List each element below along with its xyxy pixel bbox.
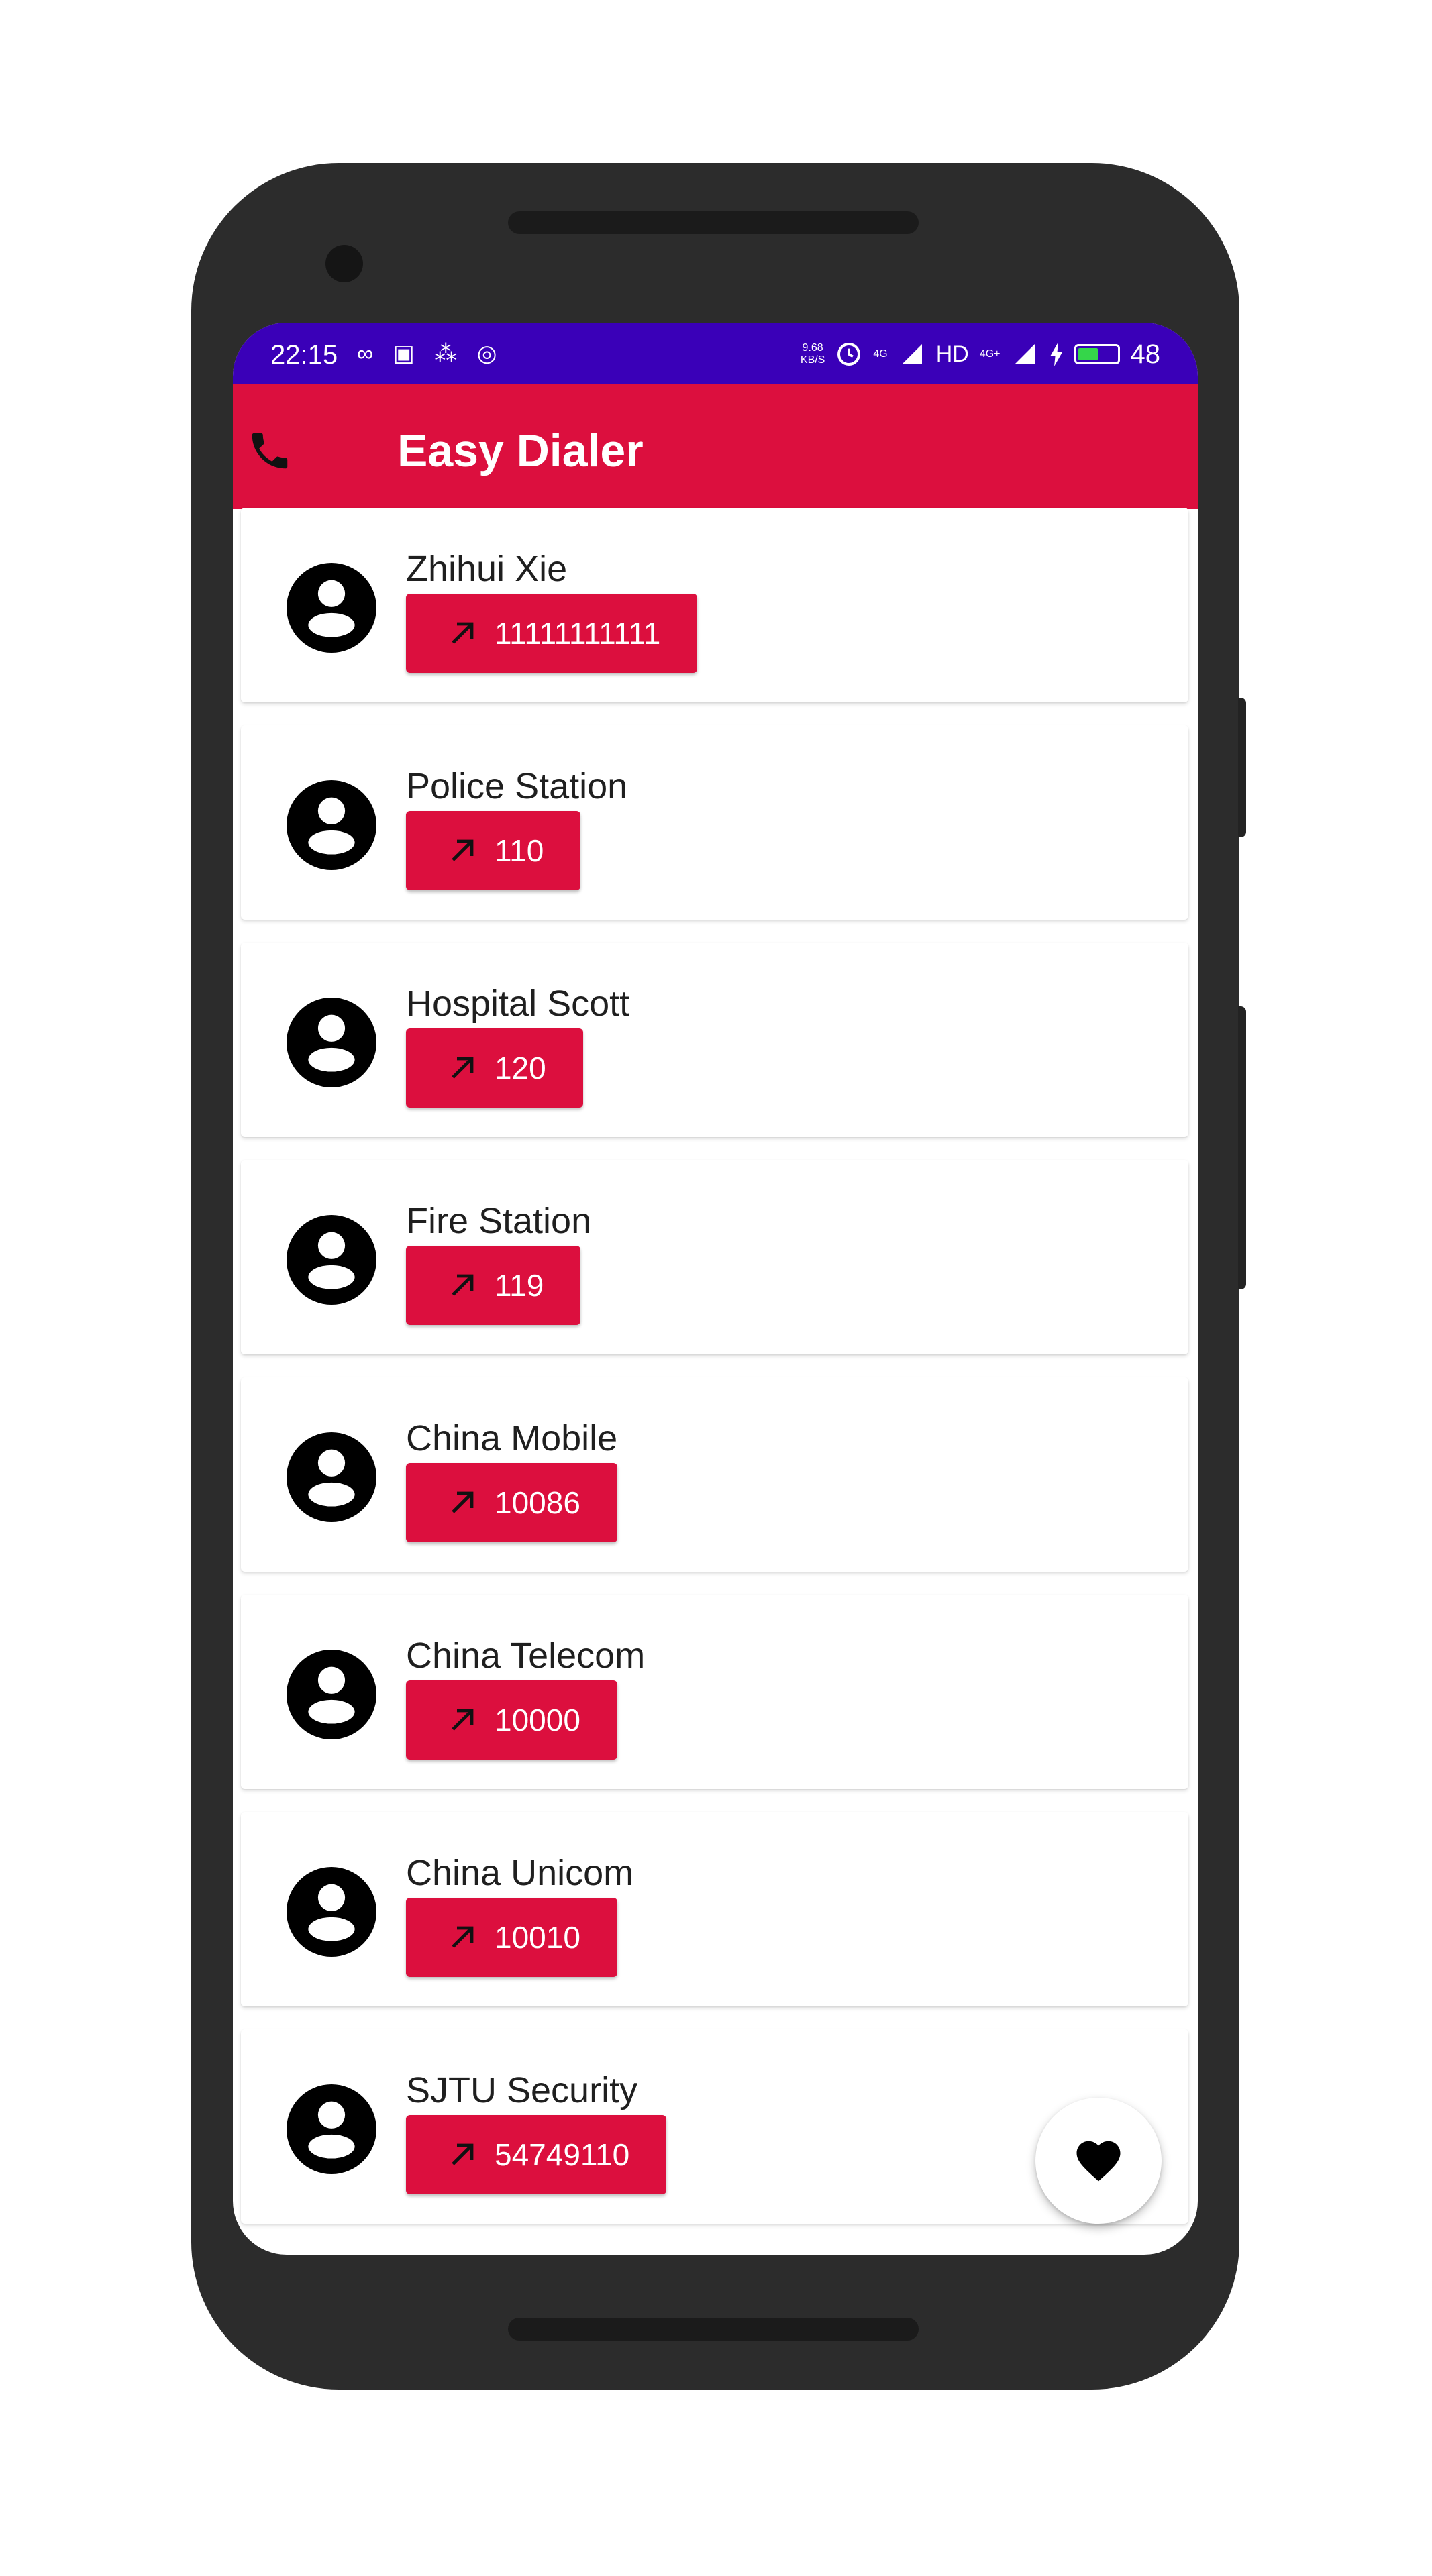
account-circle-icon — [287, 1867, 376, 1957]
contact-name: Police Station — [406, 766, 628, 806]
call-button[interactable]: 11111111111 — [406, 594, 698, 673]
status-time: 22:15 — [270, 340, 338, 370]
account-circle-icon — [287, 563, 376, 653]
hd-label: HD — [935, 341, 969, 367]
contact-card: China Unicom 10010 — [241, 1812, 1188, 2006]
volume-keys — [1238, 1006, 1246, 1289]
call-made-arrow-icon — [452, 1274, 474, 1296]
call-number: 120 — [495, 1051, 546, 1085]
call-made-arrow-icon — [452, 1709, 474, 1731]
phone-icon[interactable] — [246, 427, 293, 474]
call-button[interactable]: 120 — [406, 1028, 583, 1108]
call-button[interactable]: 110 — [406, 811, 581, 890]
contact-card: Police Station 110 — [241, 725, 1188, 920]
net-speed-value: 9.68 — [802, 342, 823, 354]
phone-frame: 22:15 ∞ ▣ ⁂ ◎ 9.68 KB/S 4G HD 4G+ 48 Eas… — [191, 163, 1239, 2390]
call-made-arrow-icon — [452, 1926, 474, 1948]
call-made-arrow-icon — [452, 622, 474, 644]
notification-icons: ∞ ▣ ⁂ ◎ — [357, 341, 504, 366]
network-4g-plus-label: 4G+ — [979, 348, 1001, 360]
favorite-fab[interactable] — [1035, 2098, 1162, 2224]
call-button[interactable]: 10086 — [406, 1463, 617, 1542]
alarm-icon — [837, 343, 861, 366]
call-number: 10000 — [495, 1703, 580, 1737]
account-circle-icon — [287, 1432, 376, 1522]
battery-icon — [1074, 344, 1120, 364]
net-speed-unit: KB/S — [800, 354, 825, 366]
call-number: 119 — [495, 1268, 544, 1303]
signal-icon-2 — [1014, 344, 1035, 364]
account-circle-icon — [287, 1650, 376, 1739]
contact-name: Fire Station — [406, 1201, 592, 1241]
account-circle-icon — [287, 1215, 376, 1305]
front-camera — [325, 245, 363, 282]
call-made-arrow-icon — [452, 2143, 474, 2165]
net-speed: 9.68 KB/S — [801, 342, 825, 366]
call-number: 54749110 — [495, 2137, 630, 2172]
contact-card: Hospital Scott 120 — [241, 943, 1188, 1137]
heart-icon — [1076, 2141, 1121, 2182]
signal-icon — [901, 344, 922, 364]
earpiece-speaker — [508, 211, 919, 234]
call-number: 10086 — [495, 1485, 580, 1520]
call-button[interactable]: 10000 — [406, 1680, 617, 1760]
call-number: 10010 — [495, 1920, 580, 1955]
account-circle-icon — [287, 2084, 376, 2174]
call-made-arrow-icon — [452, 1491, 474, 1513]
contact-card: China Telecom 10000 — [241, 1595, 1188, 1789]
account-circle-icon — [287, 780, 376, 870]
account-circle-icon — [287, 998, 376, 1087]
status-right-group: 9.68 KB/S 4G HD 4G+ 48 — [801, 337, 1160, 371]
phone-screen: 22:15 ∞ ▣ ⁂ ◎ 9.68 KB/S 4G HD 4G+ 48 Eas… — [233, 323, 1198, 2255]
network-4g-label: 4G — [873, 348, 888, 360]
bottom-speaker — [508, 2318, 919, 2341]
status-bar: 22:15 ∞ ▣ ⁂ ◎ 9.68 KB/S 4G HD 4G+ 48 — [233, 323, 1198, 384]
contact-card: Zhihui Xie 11111111111 — [241, 508, 1188, 702]
charging-bolt-icon — [1050, 342, 1062, 366]
call-button[interactable]: 54749110 — [406, 2115, 667, 2194]
power-key — [1238, 698, 1246, 837]
contact-card: Fire Station 119 — [241, 1160, 1188, 1354]
call-button[interactable]: 119 — [406, 1246, 581, 1325]
app-title: Easy Dialer — [397, 425, 644, 476]
contact-name: China Mobile — [406, 1418, 618, 1458]
contact-name: China Unicom — [406, 1853, 634, 1893]
contact-card: China Mobile 10086 — [241, 1377, 1188, 1572]
contact-name: China Telecom — [406, 1635, 646, 1676]
call-made-arrow-icon — [452, 839, 474, 861]
contact-name: Zhihui Xie — [406, 549, 568, 589]
app-bar: Easy Dialer — [233, 384, 1198, 509]
call-made-arrow-icon — [452, 1057, 474, 1079]
call-number: 110 — [495, 833, 544, 868]
contact-name: SJTU Security — [406, 2070, 638, 2110]
call-number: 11111111111 — [495, 616, 661, 651]
contact-name: Hospital Scott — [406, 983, 630, 1024]
battery-level: 48 — [1130, 339, 1161, 369]
call-button[interactable]: 10010 — [406, 1898, 617, 1977]
